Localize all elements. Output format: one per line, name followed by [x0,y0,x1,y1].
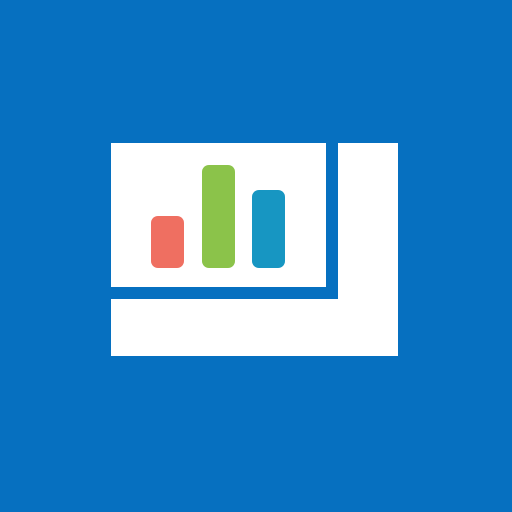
bar-blue [252,190,285,268]
bar-green [202,165,235,268]
bar-chart-logo-icon [105,137,398,356]
logo-front-panel [105,137,338,299]
bar-red [151,216,184,268]
app-tile [0,0,512,512]
